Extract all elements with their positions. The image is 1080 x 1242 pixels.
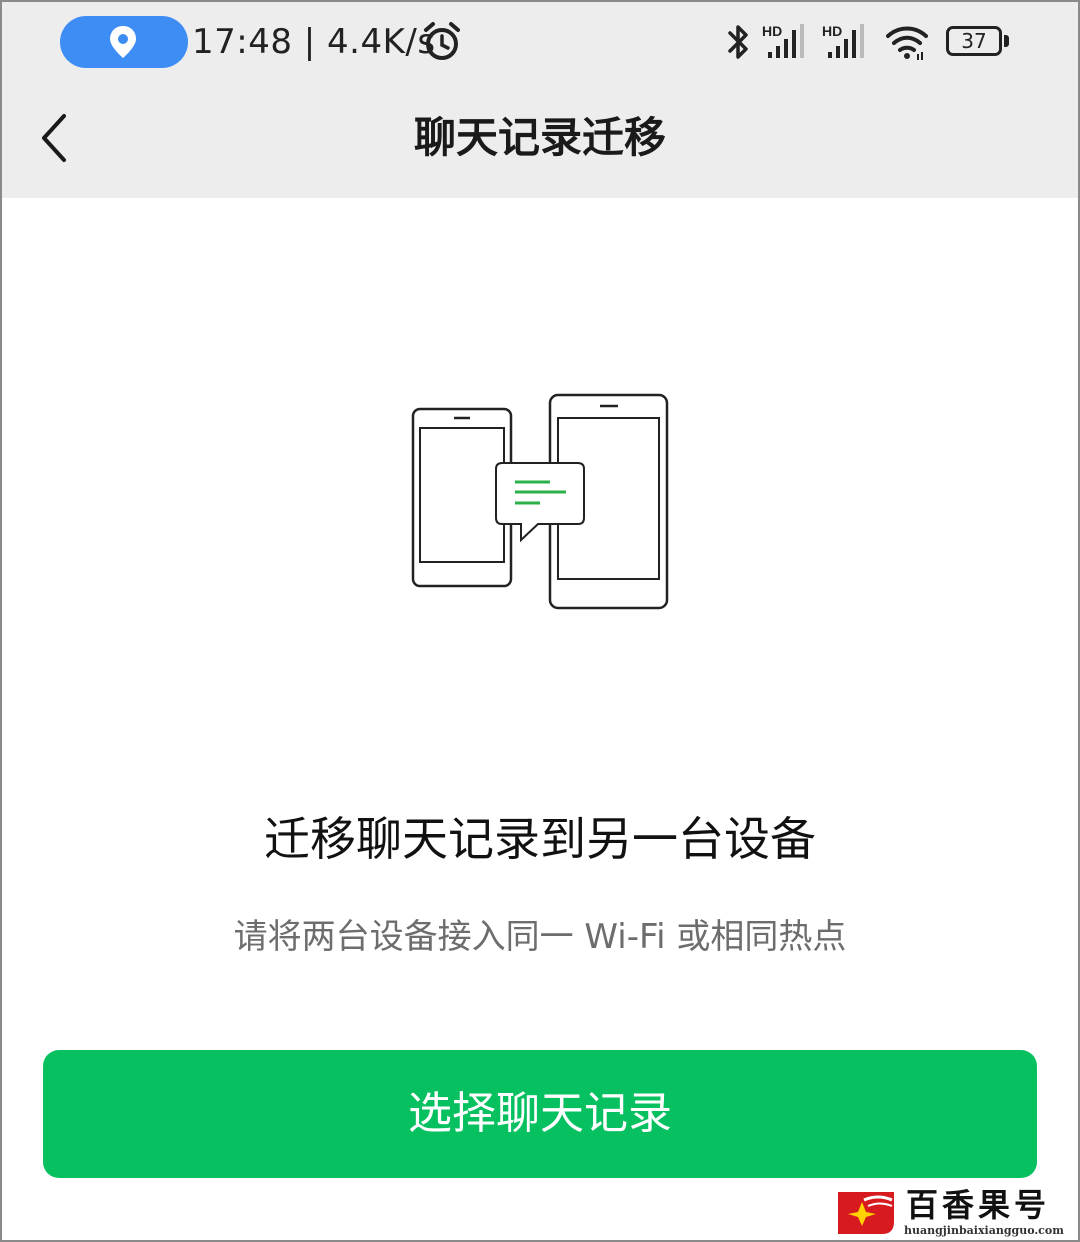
select-chat-history-button[interactable]: 选择聊天记录 [43,1050,1037,1178]
location-pin-icon [110,26,136,58]
wifi-icon [886,26,928,60]
battery-tip [1004,35,1009,47]
page-title: 聊天记录迁移 [413,113,666,162]
location-indicator[interactable] [60,16,188,68]
watermark: 百香果号 huangjinbaixiangguo.com [832,1186,1080,1242]
battery-indicator: 37 [946,26,1002,56]
headline: 迁移聊天记录到另一台设备 [264,812,816,866]
brand-logo-icon [838,1192,894,1234]
svg-text:HD: HD [762,23,782,39]
watermark-domain: huangjinbaixiangguo.com [904,1224,1064,1237]
navigation-bar: 聊天记录迁移 [0,86,1080,198]
alarm-clock-icon [424,22,460,60]
bluetooth-icon [728,25,748,59]
svg-text:HD: HD [822,23,842,39]
cell-signal-1-icon: HD [762,22,806,66]
watermark-title: 百香果号 [906,1186,1051,1224]
cell-signal-2-icon: HD [822,22,866,66]
two-phones-chat-transfer-icon [411,393,669,610]
clock-and-speed: 17:48 | 4.4K/s [192,22,436,62]
status-bar: 17:48 | 4.4K/s HD HD 37 [0,0,1080,86]
instruction-text: 请将两台设备接入同一 Wi-Fi 或相同热点 [233,917,847,957]
